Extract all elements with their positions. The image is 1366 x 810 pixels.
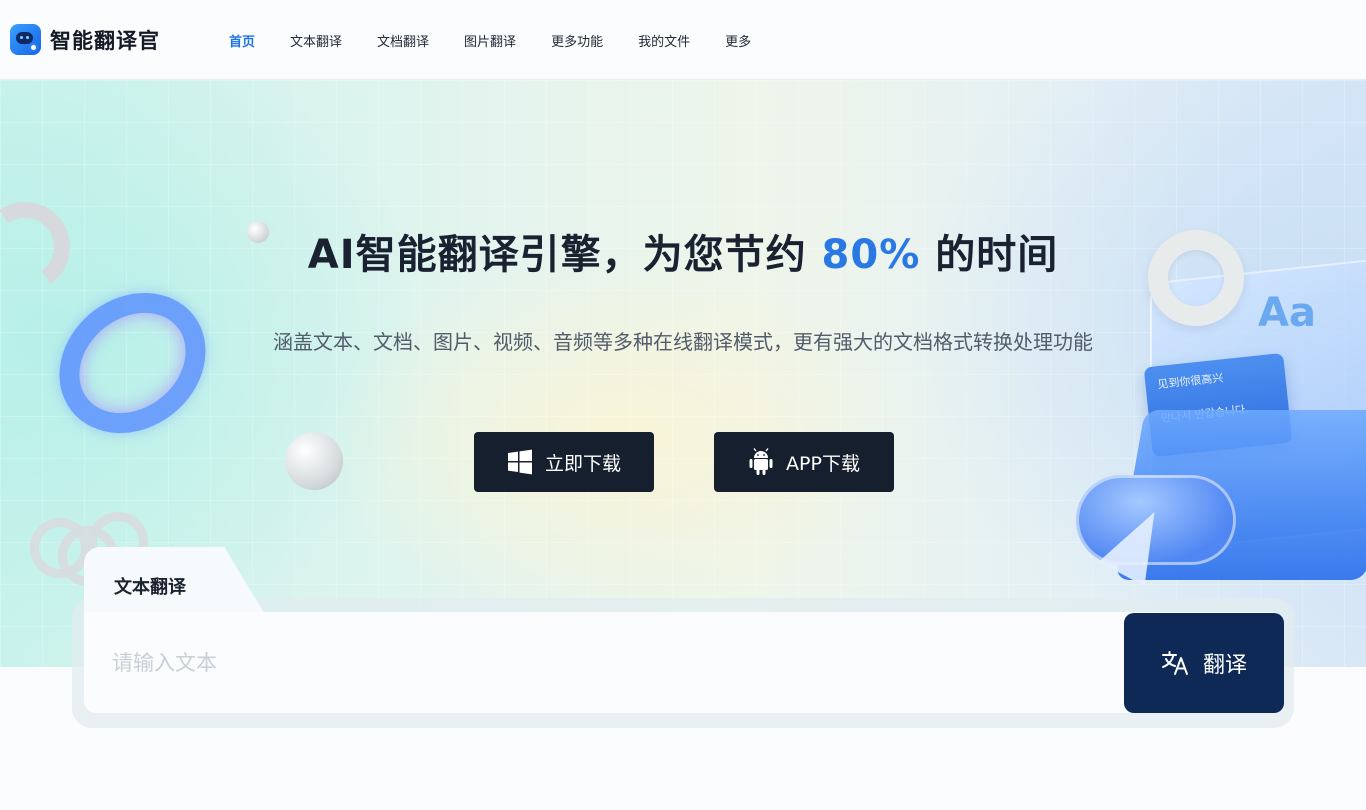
nav-item-my-files[interactable]: 我的文件 <box>638 31 690 50</box>
download-button-label: 立即下载 <box>544 452 621 475</box>
app-download-button-label: APP下载 <box>786 452 860 475</box>
app-download-button[interactable]: APP下载 <box>714 432 894 492</box>
nav-item-text-translate[interactable]: 文本翻译 <box>290 31 342 50</box>
tab-text-translate-label[interactable]: 文本翻译 <box>114 573 186 599</box>
nav-item-home[interactable]: 首页 <box>229 31 255 50</box>
sphere-decoration <box>285 432 343 490</box>
translate-button-label: 翻译 <box>1202 653 1247 678</box>
app-name: 智能翻译官 <box>50 28 160 53</box>
hero-subtitle: 涵盖文本、文档、图片、视频、音频等多种在线翻译模式，更有强大的文档格式转换处理功… <box>273 330 1093 354</box>
nav-item-more-features[interactable]: 更多功能 <box>551 31 603 50</box>
download-button[interactable]: 立即下载 <box>474 432 654 492</box>
translate-text-input[interactable] <box>112 640 1092 686</box>
nav-item-more[interactable]: 更多 <box>725 31 751 50</box>
hero-title-accent: 80% <box>821 232 921 278</box>
main-nav: 首页 文本翻译 文档翻译 图片翻译 更多功能 我的文件 更多 <box>229 31 786 50</box>
hero-title-prefix: AI智能翻译引擎，为您节约 <box>307 232 807 278</box>
translate-icon <box>1161 650 1189 676</box>
card-chinese-text: 见到你很高兴 <box>1156 371 1224 392</box>
windows-icon <box>507 449 533 475</box>
translate-button[interactable]: 翻译 <box>1124 613 1284 713</box>
app-logo-icon <box>10 24 41 55</box>
hero-title: AI智能翻译引擎，为您节约 80% 的时间 <box>0 222 1366 280</box>
nav-item-doc-translate[interactable]: 文档翻译 <box>377 31 429 50</box>
top-header: 智能翻译官 首页 文本翻译 文档翻译 图片翻译 更多功能 我的文件 更多 <box>0 0 1366 80</box>
logo[interactable]: 智能翻译官 <box>10 24 160 55</box>
android-icon <box>748 448 774 476</box>
hero-title-suffix: 的时间 <box>935 232 1059 278</box>
nav-item-image-translate[interactable]: 图片翻译 <box>464 31 516 50</box>
